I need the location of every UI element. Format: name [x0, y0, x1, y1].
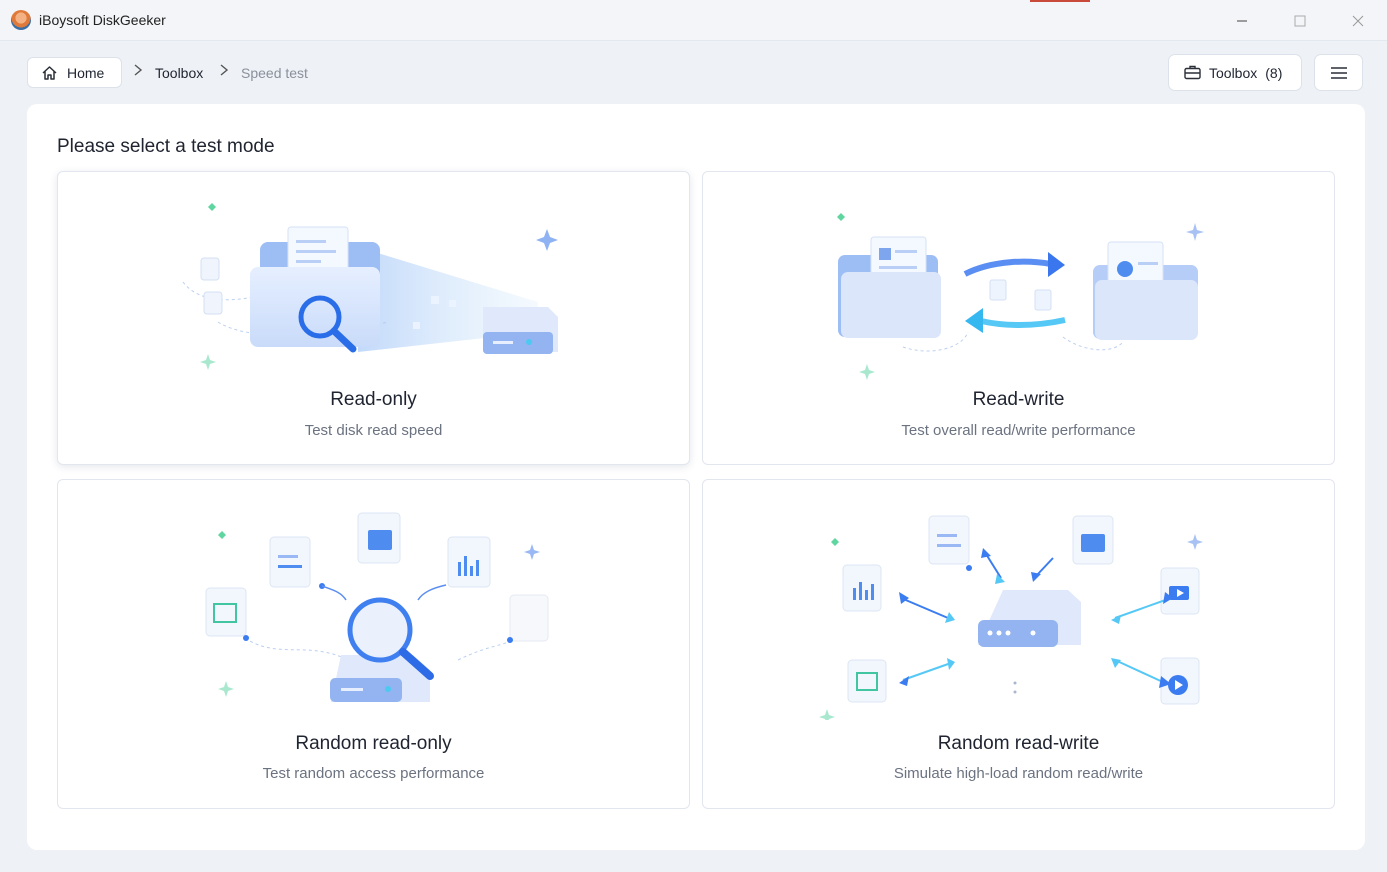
- toolbox-button-label: Toolbox: [1209, 64, 1258, 81]
- toolbox-icon: [1184, 65, 1201, 80]
- menu-button[interactable]: [1314, 54, 1363, 91]
- mode-title: Read-write: [972, 389, 1065, 410]
- maximize-button[interactable]: [1271, 0, 1329, 41]
- random-read-write-illustration: [819, 515, 1203, 720]
- read-only-illustration: [182, 203, 558, 370]
- mode-subtitle: Test disk read speed: [304, 422, 443, 439]
- mode-card-read-only[interactable]: Read-only Test disk read speed: [57, 171, 690, 465]
- minimize-icon: [1237, 20, 1247, 21]
- toolbox-button[interactable]: Toolbox (8): [1168, 54, 1302, 91]
- random-read-only-illustration: [205, 512, 549, 702]
- main-panel: Please select a test mode Read-only Test…: [27, 104, 1365, 850]
- page-title: Please select a test mode: [57, 136, 275, 157]
- chevron-right-icon: [220, 64, 229, 76]
- mode-subtitle: Simulate high-load random read/write: [893, 765, 1144, 782]
- close-icon: [1352, 15, 1364, 26]
- mode-subtitle: Test random access performance: [262, 765, 485, 782]
- minimize-button[interactable]: [1213, 0, 1271, 41]
- mode-subtitle: Test overall read/write performance: [901, 422, 1136, 439]
- close-button[interactable]: [1329, 0, 1387, 41]
- hamburger-menu-icon: [1330, 66, 1347, 79]
- maximize-icon: [1294, 15, 1306, 26]
- toolbox-count: (8): [1265, 64, 1283, 81]
- title-accent-line: [1030, 0, 1090, 2]
- breadcrumb-current: Speed test: [241, 65, 308, 81]
- title-bar: iBoysoft DiskGeeker: [0, 0, 1387, 41]
- mode-card-random-read-only[interactable]: Random read-only Test random access perf…: [57, 479, 690, 809]
- mode-title: Random read-only: [295, 733, 452, 754]
- mode-title: Read-only: [330, 389, 417, 410]
- mode-card-random-read-write[interactable]: Random read-write Simulate high-load ran…: [702, 479, 1335, 809]
- home-label: Home: [67, 64, 105, 81]
- home-button[interactable]: Home: [27, 57, 122, 88]
- window-controls: [1213, 0, 1387, 41]
- header-bar: Home Toolbox Speed test Toolbox (8): [0, 41, 1387, 103]
- chevron-right-icon: [134, 64, 143, 76]
- mode-title: Random read-write: [937, 733, 1100, 754]
- app-title: iBoysoft DiskGeeker: [39, 12, 166, 28]
- mode-card-read-write[interactable]: Read-write Test overall read/write perfo…: [702, 171, 1335, 465]
- read-write-illustration: [837, 213, 1204, 380]
- home-icon: [42, 65, 57, 80]
- app-logo-icon: [11, 10, 31, 30]
- breadcrumb-toolbox-link[interactable]: Toolbox: [155, 65, 203, 81]
